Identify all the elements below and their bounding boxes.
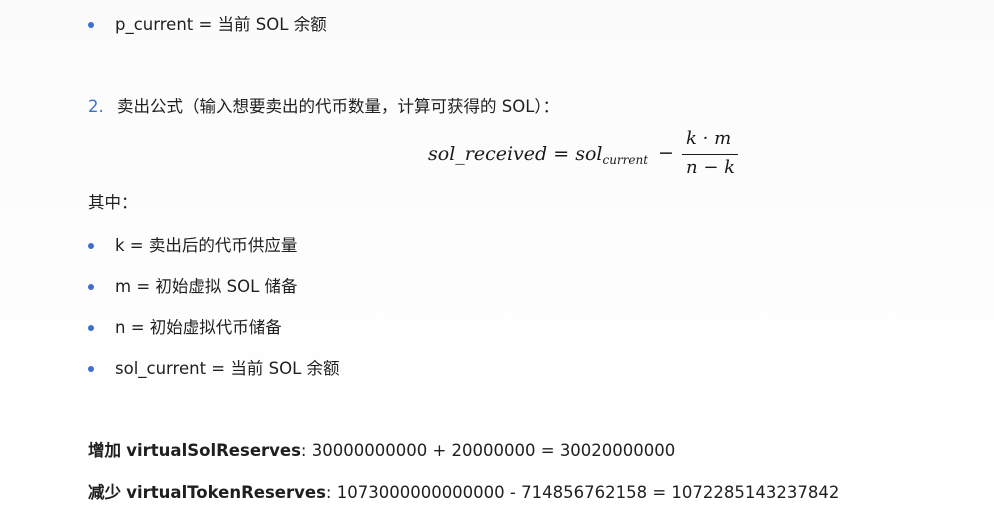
fraction-bar <box>682 154 738 156</box>
sol-reserves-prefix: 增加 <box>88 441 121 460</box>
formula-numerator: k · m <box>686 128 732 149</box>
formula-denominator: n − k <box>686 157 736 178</box>
token-reserves-line: 减少 virtualTokenReserves: 107300000000000… <box>88 482 839 504</box>
sol-reserves-line: 增加 virtualSolReserves: 30000000000 + 200… <box>88 440 675 462</box>
token-reserves-equation: : 1073000000000000 - 714856762158 = 1072… <box>325 483 840 502</box>
formula-subscript: current <box>602 153 649 167</box>
bullet-icon <box>88 22 94 28</box>
bullet-icon <box>88 366 94 372</box>
bullet-icon <box>88 325 94 331</box>
sell-formula: sol_received = solcurrent − k · m n − k <box>428 128 748 184</box>
list-item-text: n = 初始虚拟代币储备 <box>115 318 282 337</box>
section-title: 卖出公式（输入想要卖出的代币数量，计算可获得的 SOL）： <box>117 97 560 116</box>
sol-reserves-equation: : 30000000000 + 20000000 = 30020000000 <box>300 441 676 460</box>
document-page: p_current = 当前 SOL 余额 2. 卖出公式（输入想要卖出的代币数… <box>0 0 994 511</box>
formula-lhs: sol_received = solcurrent <box>428 143 649 167</box>
sol-reserves-name: virtualSolReserves <box>126 441 301 460</box>
list-item-text: p_current = 当前 SOL 余额 <box>115 15 327 34</box>
list-item-text: m = 初始虚拟 SOL 储备 <box>115 277 298 296</box>
token-reserves-prefix: 减少 <box>88 483 121 502</box>
token-reserves-name: virtualTokenReserves <box>126 483 326 502</box>
list-item-text: sol_current = 当前 SOL 余额 <box>115 359 340 378</box>
bullet-icon <box>88 284 94 290</box>
section-heading: 2. 卖出公式（输入想要卖出的代币数量，计算可获得的 SOL）： <box>88 96 559 118</box>
where-label: 其中： <box>88 193 138 212</box>
bullet-icon <box>88 243 94 249</box>
formula-lhs-text: sol_received = sol <box>428 143 603 165</box>
formula-minus: − <box>658 142 674 164</box>
list-item-text: k = 卖出后的代币供应量 <box>115 236 298 255</box>
section-number: 2. <box>88 97 104 116</box>
